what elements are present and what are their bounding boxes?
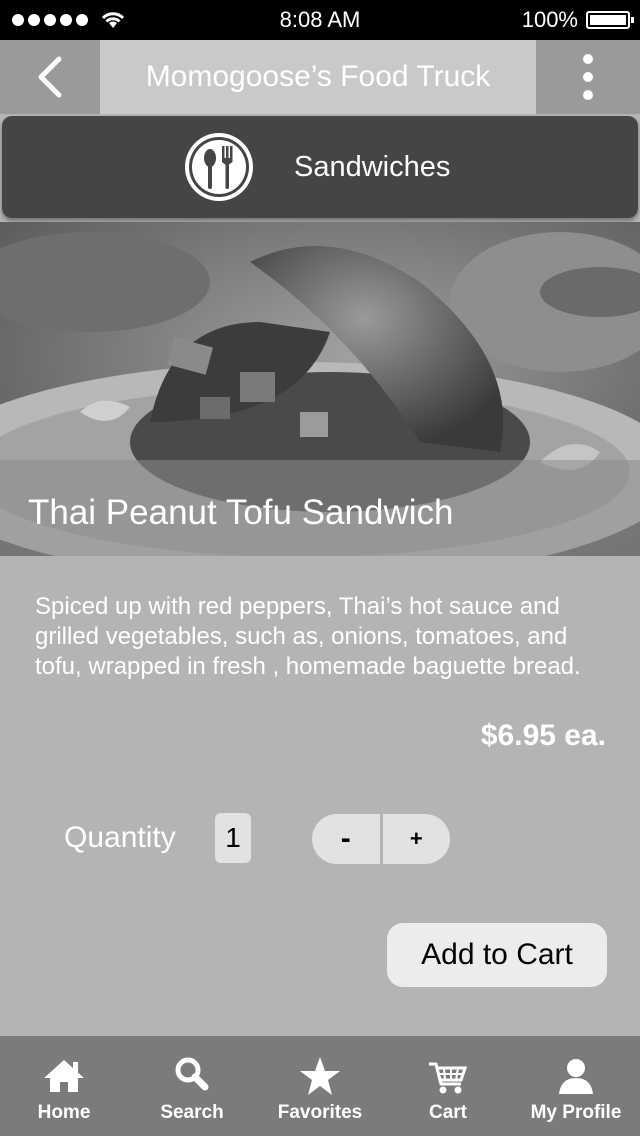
- item-title: Thai Peanut Tofu Sandwich: [28, 493, 454, 532]
- page-title: Momogoose’s Food Truck: [145, 60, 491, 93]
- search-icon: [175, 1057, 209, 1091]
- category-label: Sandwiches: [294, 151, 451, 183]
- tab-my-profile[interactable]: My Profile: [512, 1036, 640, 1136]
- tab-label: Favorites: [277, 1102, 363, 1123]
- utensils-icon: [185, 133, 253, 201]
- tab-search[interactable]: Search: [128, 1036, 256, 1136]
- cart-icon: [429, 1062, 468, 1094]
- more-options-button[interactable]: [536, 40, 640, 114]
- tab-bar: Home Search Favorites Cart My Profile: [0, 1036, 640, 1136]
- more-dot: [583, 90, 593, 100]
- star-icon: [300, 1057, 340, 1095]
- quantity-stepper: - +: [312, 814, 450, 864]
- quantity-value[interactable]: 1: [215, 813, 251, 863]
- more-dot: [583, 54, 593, 64]
- item-price: $6.95 ea.: [480, 719, 606, 752]
- item-photo: Thai Peanut Tofu Sandwich: [0, 222, 640, 556]
- quantity-label: Quantity: [64, 821, 176, 854]
- tab-favorites[interactable]: Favorites: [256, 1036, 384, 1136]
- increment-button[interactable]: +: [383, 814, 451, 864]
- decrement-button[interactable]: -: [312, 814, 383, 864]
- home-icon: [44, 1060, 84, 1092]
- tab-cart[interactable]: Cart: [384, 1036, 512, 1136]
- tab-label: My Profile: [530, 1102, 622, 1123]
- more-dot: [583, 72, 593, 82]
- category-bar: Sandwiches: [2, 116, 638, 218]
- item-description: Spiced up with red peppers, Thai’s hot s…: [35, 593, 581, 680]
- back-button[interactable]: [0, 40, 100, 114]
- profile-icon: [559, 1059, 593, 1094]
- tab-home[interactable]: Home: [0, 1036, 128, 1136]
- status-bar: 8:08 AM 100%: [0, 0, 640, 40]
- add-to-cart-button[interactable]: Add to Cart: [387, 923, 607, 987]
- chevron-left-icon: [38, 56, 62, 98]
- battery-icon: [586, 11, 634, 29]
- battery-percent: 100%: [521, 7, 578, 32]
- item-title-banner: Thai Peanut Tofu Sandwich: [0, 460, 640, 556]
- app-header: Momogoose’s Food Truck: [0, 40, 640, 114]
- tab-label: Cart: [428, 1102, 467, 1123]
- battery-indicator: 100%: [521, 0, 634, 40]
- title-bar: Momogoose’s Food Truck: [100, 40, 536, 114]
- tab-label: Search: [160, 1102, 224, 1123]
- tab-label: Home: [37, 1102, 91, 1123]
